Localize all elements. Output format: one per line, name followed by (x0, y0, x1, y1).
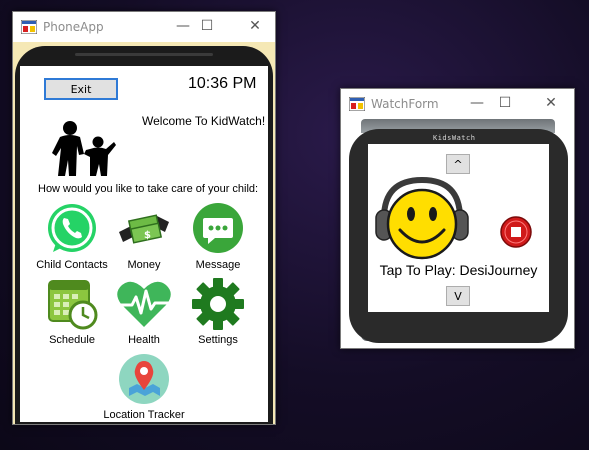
scroll-up-button[interactable]: ^ (446, 154, 470, 174)
stop-button[interactable] (500, 216, 532, 248)
app-label: Health (128, 334, 160, 346)
app-label: Schedule (49, 334, 95, 346)
svg-text:$: $ (144, 230, 151, 241)
phone-client-area: Exit 10:36 PM Welcome To KidWatch! How w… (13, 42, 275, 424)
phone-screen: Exit 10:36 PM Welcome To KidWatch! How w… (20, 66, 268, 422)
close-button[interactable]: ✕ (235, 12, 275, 42)
close-button[interactable]: ✕ (531, 89, 571, 119)
app-label: Money (127, 259, 161, 271)
money-icon: $ (119, 214, 169, 244)
child-contacts-app[interactable]: Child Contacts (32, 202, 112, 271)
map-pin-icon (119, 354, 169, 404)
phone-device-frame: Exit 10:36 PM Welcome To KidWatch! How w… (15, 46, 273, 424)
schedule-app[interactable]: Schedule (32, 277, 112, 346)
heart-pulse-icon (117, 281, 171, 327)
watch-form-window: WatchForm — ☐ ✕ KidsWatch ^ Tap To Play:… (340, 88, 575, 349)
message-icon (193, 203, 243, 253)
smiley-headphones-icon[interactable] (374, 174, 470, 264)
app-window-icon (21, 20, 37, 34)
location-tracker-app[interactable]: Location Tracker (99, 352, 189, 421)
app-label: Message (195, 259, 241, 271)
phone-app-window: PhoneApp — ☐ ✕ Exit 10:36 PM Welcome To … (12, 11, 276, 425)
watch-titlebar[interactable]: WatchForm — ☐ ✕ (341, 89, 574, 119)
money-app[interactable]: $ Money (104, 202, 184, 271)
care-question-label: How would you like to take care of your … (38, 183, 259, 195)
message-app[interactable]: Message (178, 202, 258, 271)
maximize-button[interactable]: ☐ (187, 12, 227, 42)
health-app[interactable]: Health (104, 277, 184, 346)
phone-titlebar[interactable]: PhoneApp — ☐ ✕ (13, 12, 275, 42)
maximize-button[interactable]: ☐ (485, 89, 525, 119)
whatsapp-phone-icon (48, 204, 96, 252)
app-window-icon (349, 97, 365, 111)
app-label: Child Contacts (36, 259, 108, 271)
scroll-down-button[interactable]: V (446, 286, 470, 306)
settings-app[interactable]: Settings (178, 277, 258, 346)
window-title: WatchForm (371, 97, 439, 111)
watch-brand-label: KidsWatch (433, 134, 476, 142)
tap-to-play-label[interactable]: Tap To Play: DesiJourney (368, 262, 549, 278)
exit-button[interactable]: Exit (44, 78, 118, 100)
gear-icon (192, 278, 244, 330)
app-label: Location Tracker (103, 409, 185, 421)
clock-time: 10:36 PM (188, 75, 257, 92)
watch-client-area: KidsWatch ^ Tap To Play: DesiJourney V (341, 119, 574, 348)
window-title: PhoneApp (43, 20, 104, 34)
calendar-clock-icon (48, 280, 98, 330)
welcome-label: Welcome To KidWatch! (142, 114, 266, 128)
app-label: Settings (198, 334, 238, 346)
watch-screen: ^ Tap To Play: DesiJourney V (368, 144, 549, 312)
parent-child-icon (52, 121, 116, 176)
